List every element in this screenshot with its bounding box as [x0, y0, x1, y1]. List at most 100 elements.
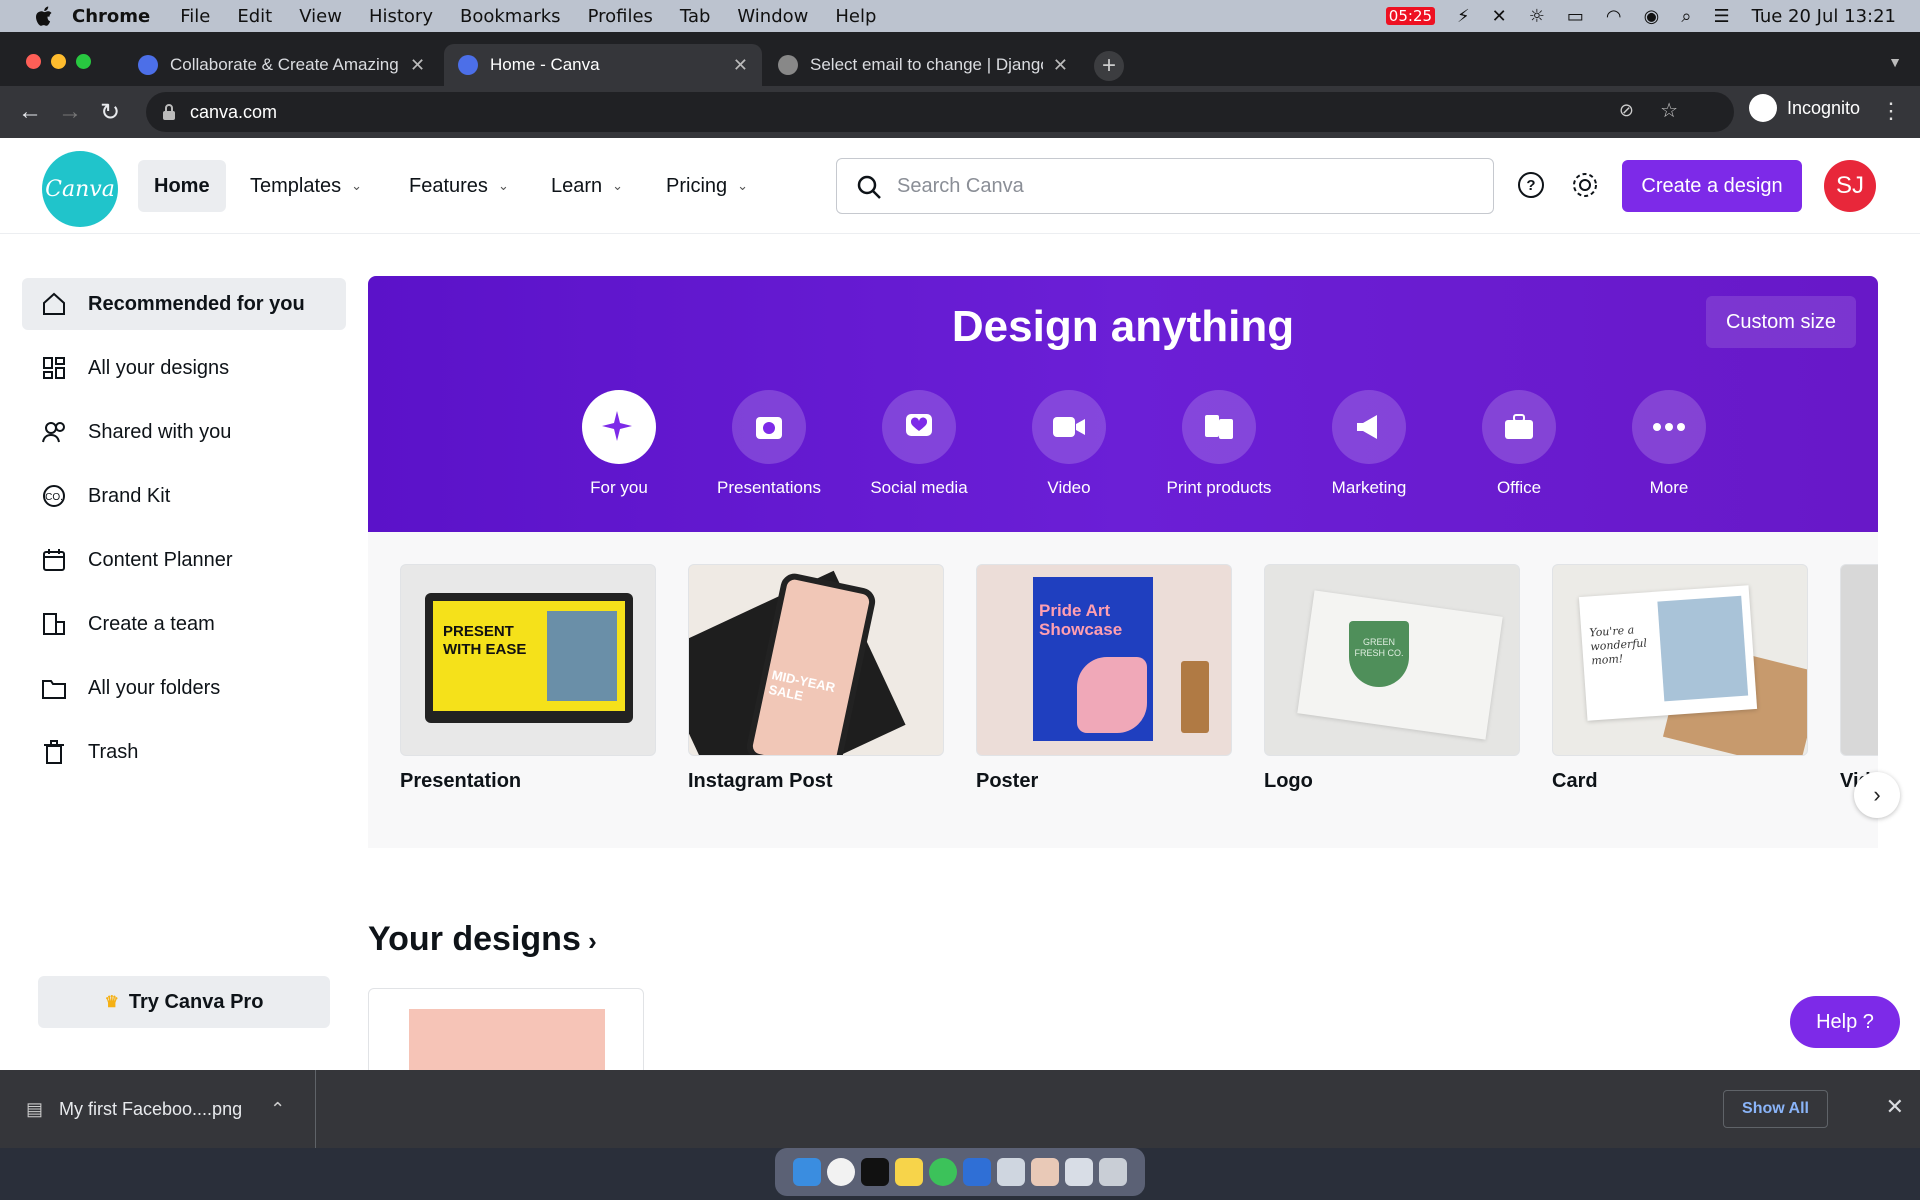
- bluetooth-off-icon[interactable]: ✕: [1492, 6, 1507, 27]
- new-tab-button[interactable]: +: [1094, 51, 1124, 81]
- forward-icon[interactable]: →: [50, 92, 90, 132]
- category-more[interactable]: More: [1599, 390, 1739, 498]
- menu-view[interactable]: View: [299, 6, 342, 27]
- category-social-media[interactable]: Social media: [849, 390, 989, 498]
- menu-profiles[interactable]: Profiles: [588, 6, 653, 27]
- menu-file[interactable]: File: [180, 6, 210, 27]
- design-card-poster[interactable]: Pride Art Showcase Poster: [976, 564, 1232, 793]
- app-icon[interactable]: [1065, 1158, 1093, 1186]
- spotlight-icon[interactable]: ⌕: [1681, 6, 1691, 27]
- app-icon[interactable]: [929, 1158, 957, 1186]
- minimize-window-button[interactable]: [51, 54, 66, 69]
- address-bar[interactable]: canva.com ⊘ ☆: [146, 92, 1734, 132]
- sidebar-item-recommended[interactable]: Recommended for you: [22, 278, 346, 330]
- incognito-badge[interactable]: Incognito: [1748, 94, 1860, 122]
- design-card-instagram-post[interactable]: MID-YEAR SALE Instagram Post: [688, 564, 944, 793]
- design-card-logo[interactable]: GREEN FRESH CO. Logo: [1264, 564, 1520, 793]
- chrome-menu-icon[interactable]: ⋮: [1880, 98, 1902, 124]
- close-icon[interactable]: ✕: [1886, 1094, 1904, 1120]
- canva-logo[interactable]: Canva: [42, 151, 118, 227]
- nav-pricing[interactable]: Pricing ⌄: [650, 160, 764, 212]
- apple-icon[interactable]: [30, 6, 58, 26]
- thumb-text: GREEN FRESH CO.: [1349, 621, 1409, 687]
- category-marketing[interactable]: Marketing: [1299, 390, 1439, 498]
- nav-home[interactable]: Home: [138, 160, 226, 212]
- control-center-icon[interactable]: ☰: [1713, 6, 1729, 27]
- category-print-products[interactable]: Print products: [1149, 390, 1289, 498]
- nav-features[interactable]: Features ⌄: [393, 160, 525, 212]
- category-presentations[interactable]: Presentations: [699, 390, 839, 498]
- menu-help[interactable]: Help: [835, 6, 876, 27]
- design-card-card[interactable]: You're a wonderful mom! Card: [1552, 564, 1808, 793]
- clock[interactable]: Tue 20 Jul 13:21: [1752, 6, 1896, 27]
- show-all-button[interactable]: Show All: [1723, 1090, 1828, 1128]
- settings-gear-icon[interactable]: [1566, 166, 1604, 204]
- notes-icon[interactable]: [895, 1158, 923, 1186]
- sidebar-item-content-planner[interactable]: Content Planner: [22, 534, 346, 586]
- bolt-icon[interactable]: ⚡: [1457, 6, 1470, 27]
- tab-title: Select email to change | Django: [810, 55, 1043, 74]
- sidebar-item-all-designs[interactable]: All your designs: [22, 342, 346, 394]
- close-tab-icon[interactable]: ✕: [733, 55, 748, 76]
- tab-home-canva[interactable]: Home - Canva ✕: [444, 44, 762, 86]
- search-input[interactable]: Search Canva: [836, 158, 1494, 214]
- terminal-icon[interactable]: [861, 1158, 889, 1186]
- maximize-window-button[interactable]: [76, 54, 91, 69]
- create-design-button[interactable]: Create a design: [1622, 160, 1802, 212]
- eye-off-icon[interactable]: ⊘: [1619, 100, 1634, 121]
- back-icon[interactable]: ←: [10, 92, 50, 132]
- design-thumbnail[interactable]: [368, 988, 644, 1070]
- try-canva-pro-button[interactable]: ♛ Try Canva Pro: [38, 976, 330, 1028]
- custom-size-button[interactable]: Custom size: [1706, 296, 1856, 348]
- design-card-presentation[interactable]: PRESENT WITH EASE Presentation: [400, 564, 656, 793]
- trash-icon[interactable]: [1099, 1158, 1127, 1186]
- user-icon[interactable]: ◉: [1644, 6, 1660, 27]
- menu-bookmarks[interactable]: Bookmarks: [460, 6, 561, 27]
- battery-icon[interactable]: ▭: [1567, 6, 1584, 27]
- bookmark-star-icon[interactable]: ☆: [1660, 98, 1678, 123]
- carousel-next-button[interactable]: ›: [1854, 772, 1900, 818]
- sidebar-item-shared[interactable]: Shared with you: [22, 406, 346, 458]
- chevron-down-icon: ⌄: [351, 178, 363, 193]
- close-tab-icon[interactable]: ✕: [410, 55, 425, 76]
- app-icon[interactable]: [997, 1158, 1025, 1186]
- category-for-you[interactable]: For you: [549, 390, 689, 498]
- sidebar-item-create-team[interactable]: Create a team: [22, 598, 346, 650]
- menu-history[interactable]: History: [369, 6, 433, 27]
- app-icon[interactable]: [963, 1158, 991, 1186]
- nav-templates-label: Templates: [250, 174, 342, 197]
- family-photo: [1657, 595, 1749, 702]
- design-card-video[interactable]: Vide: [1840, 564, 1878, 793]
- sidebar-item-brand-kit[interactable]: CO. Brand Kit: [22, 470, 346, 522]
- download-item[interactable]: ▤ My first Faceboo....png ⌃: [0, 1070, 316, 1148]
- download-filename: My first Faceboo....png: [59, 1098, 243, 1119]
- tab-search-icon[interactable]: ▼: [1888, 54, 1902, 70]
- battery-timer[interactable]: 05:25: [1385, 7, 1436, 25]
- your-designs-heading[interactable]: Your designs ›: [368, 920, 597, 959]
- avatar[interactable]: SJ: [1824, 160, 1876, 212]
- menu-window[interactable]: Window: [737, 6, 808, 27]
- brightness-icon[interactable]: ☼: [1529, 6, 1545, 27]
- category-office[interactable]: Office: [1449, 390, 1589, 498]
- nav-learn[interactable]: Learn ⌄: [535, 160, 639, 212]
- folder-icon[interactable]: [1031, 1158, 1059, 1186]
- tab-collaborate[interactable]: Collaborate & Create Amazing ✕: [124, 44, 442, 86]
- reload-icon[interactable]: ↻: [90, 92, 130, 132]
- sidebar-item-trash[interactable]: Trash: [22, 726, 346, 778]
- menu-tab[interactable]: Tab: [680, 6, 710, 27]
- wifi-icon[interactable]: ◠: [1606, 6, 1622, 27]
- close-tab-icon[interactable]: ✕: [1053, 55, 1068, 76]
- tab-django[interactable]: Select email to change | Django ✕: [764, 44, 1082, 86]
- menu-app-name[interactable]: Chrome: [72, 6, 150, 27]
- finder-icon[interactable]: [793, 1158, 821, 1186]
- sidebar-item-folders[interactable]: All your folders: [22, 662, 346, 714]
- help-button[interactable]: Help ?: [1790, 996, 1900, 1048]
- category-video[interactable]: Video: [999, 390, 1139, 498]
- close-window-button[interactable]: [26, 54, 41, 69]
- help-icon[interactable]: ?: [1512, 166, 1550, 204]
- nav-templates[interactable]: Templates ⌄: [234, 160, 378, 212]
- video-thumbnail: [1840, 564, 1878, 756]
- chrome-icon[interactable]: [827, 1158, 855, 1186]
- chevron-up-icon[interactable]: ⌃: [270, 1099, 285, 1120]
- menu-edit[interactable]: Edit: [237, 6, 272, 27]
